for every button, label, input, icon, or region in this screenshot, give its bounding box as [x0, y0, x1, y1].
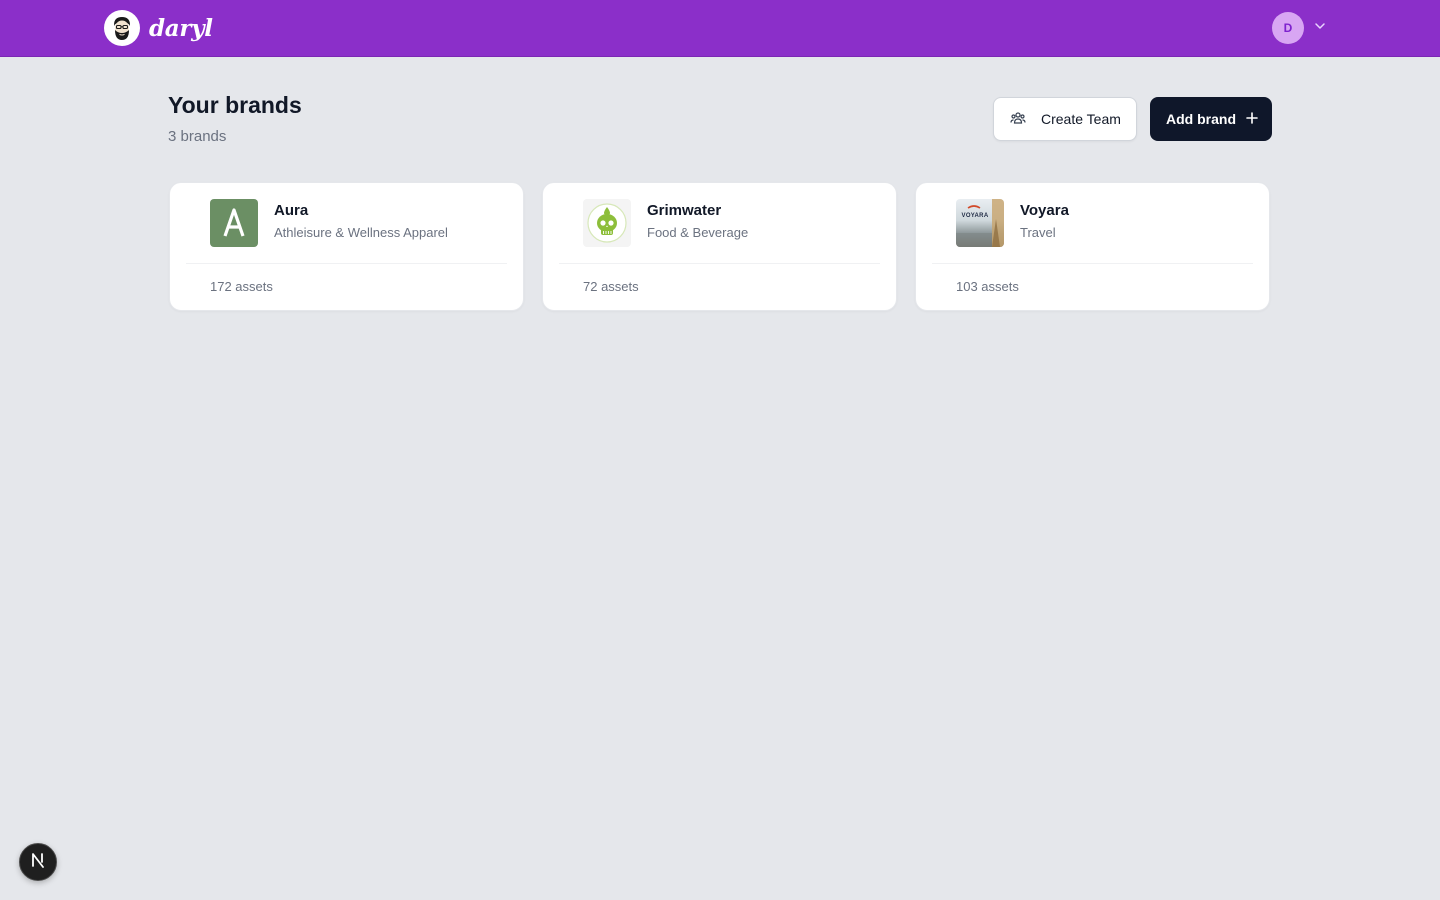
- card-divider: [932, 263, 1253, 264]
- skull-logo: [583, 199, 631, 247]
- plus-icon: [1246, 111, 1258, 127]
- voyara-photo-logo: VOYARA: [956, 199, 1004, 247]
- brand-name: Aura: [274, 202, 309, 219]
- bearded-face-icon: [104, 10, 140, 46]
- card-divider: [186, 263, 507, 264]
- brand-category: Athleisure & Wellness Apparel: [274, 225, 448, 240]
- chevron-down-icon[interactable]: [1314, 19, 1326, 37]
- team-icon: [1010, 110, 1026, 129]
- nextjs-icon: [29, 851, 47, 874]
- brand-asset-count: 72 assets: [583, 279, 639, 294]
- app-name: daryl: [149, 14, 213, 42]
- create-team-label: Create Team: [1041, 111, 1121, 127]
- brand-count: 3 brands: [168, 128, 227, 145]
- card-divider: [559, 263, 880, 264]
- brand-card-aura[interactable]: Aura Athleisure & Wellness Apparel 172 a…: [169, 182, 524, 311]
- nextjs-dev-badge[interactable]: [19, 843, 57, 881]
- add-brand-label: Add brand: [1166, 111, 1236, 127]
- create-team-button[interactable]: Create Team: [993, 97, 1137, 141]
- brand-card-grimwater[interactable]: Grimwater Food & Beverage 72 assets: [542, 182, 897, 311]
- user-avatar[interactable]: D: [1272, 12, 1304, 44]
- letter-a-logo: [210, 199, 258, 247]
- page-title: Your brands: [168, 92, 302, 118]
- voyara-logo-text: VOYARA: [961, 213, 989, 219]
- brand-card-voyara[interactable]: VOYARA Voyara Travel 103 assets: [915, 182, 1270, 311]
- brand-asset-count: 172 assets: [210, 279, 273, 294]
- user-menu[interactable]: D: [1272, 12, 1326, 44]
- add-brand-button[interactable]: Add brand: [1150, 97, 1272, 141]
- top-navigation-bar: daryl D: [0, 0, 1440, 57]
- brand-list: Aura Athleisure & Wellness Apparel 172 a…: [169, 182, 1270, 311]
- brand-asset-count: 103 assets: [956, 279, 1019, 294]
- brand-name: Grimwater: [647, 202, 722, 219]
- brand-category: Travel: [1020, 225, 1056, 240]
- app-logo[interactable]: daryl: [104, 10, 213, 46]
- brand-category: Food & Beverage: [647, 225, 749, 240]
- brand-name: Voyara: [1020, 202, 1069, 219]
